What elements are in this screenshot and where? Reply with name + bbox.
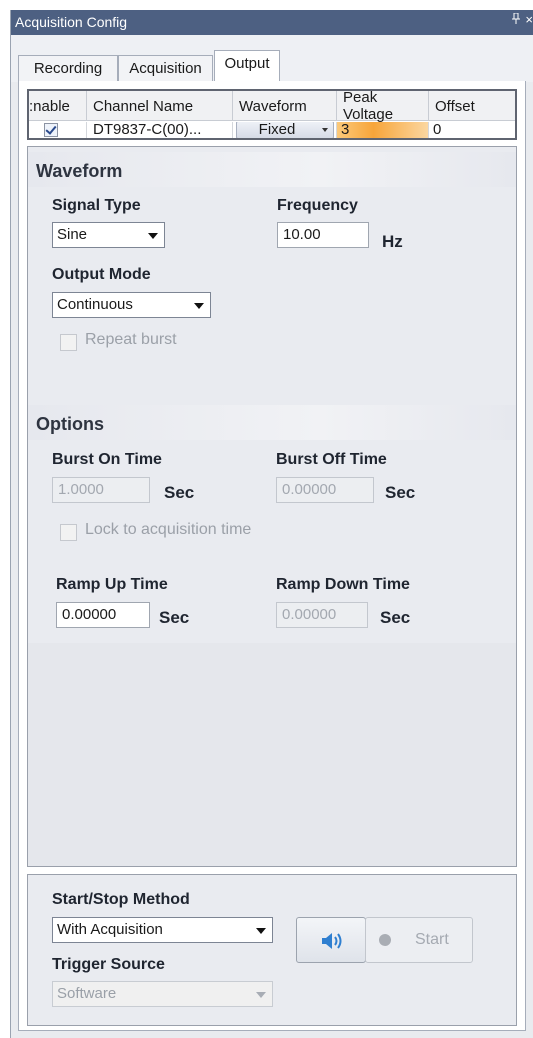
ramp-down-time-input[interactable]: 0.00000 <box>276 602 368 628</box>
settings-panel: Waveform Signal Type Sine Frequency 10.0… <box>27 146 517 867</box>
cell-peak-voltage[interactable]: 3 <box>337 122 429 138</box>
burst-off-time-label: Burst Off Time <box>276 451 387 468</box>
record-dot-icon <box>379 934 391 946</box>
burst-on-time-label: Burst On Time <box>52 451 162 468</box>
header-enable[interactable]: :nable <box>29 91 87 121</box>
repeat-burst-label: Repeat burst <box>85 331 177 348</box>
channel-grid: :nable Channel Name Waveform Peak Voltag… <box>27 89 517 140</box>
frequency-input[interactable]: 10.00 <box>277 222 369 248</box>
output-mode-select[interactable]: Continuous <box>52 292 211 318</box>
header-offset[interactable]: Offset <box>429 91 515 121</box>
trigger-source-label: Trigger Source <box>52 956 165 973</box>
tab-output[interactable]: Output <box>214 50 280 83</box>
chevron-down-icon <box>256 928 266 934</box>
options-section-title: Options <box>28 405 516 440</box>
enable-checkbox[interactable] <box>44 123 58 137</box>
frequency-label: Frequency <box>277 197 358 214</box>
settings-empty-area <box>28 643 516 866</box>
pin-icon[interactable] <box>512 12 520 27</box>
cell-waveform: Fixed <box>233 122 337 138</box>
header-peak-voltage[interactable]: Peak Voltage <box>337 89 429 123</box>
signal-type-value: Sine <box>57 226 88 243</box>
waveform-dropdown[interactable]: Fixed <box>236 122 334 138</box>
speaker-button[interactable] <box>296 917 366 963</box>
speaker-icon <box>321 932 343 954</box>
ramp-down-time-label: Ramp Down Time <box>276 576 410 593</box>
chevron-down-icon <box>256 992 266 998</box>
trigger-source-select[interactable]: Software <box>52 981 273 1007</box>
cell-offset[interactable]: 0 <box>429 122 515 138</box>
trigger-source-value: Software <box>57 985 117 1002</box>
tab-row: Recording Acquisition Output <box>18 50 526 83</box>
tab-acquisition[interactable]: Acquisition <box>118 55 213 81</box>
header-channel-name[interactable]: Channel Name <box>87 91 233 121</box>
close-icon[interactable]: × <box>525 12 533 27</box>
signal-type-select[interactable]: Sine <box>52 222 165 248</box>
grid-header: :nable Channel Name Waveform Peak Voltag… <box>29 89 515 123</box>
chevron-down-icon <box>194 303 204 309</box>
frequency-unit: Hz <box>382 232 403 251</box>
ramp-down-time-unit: Sec <box>380 608 411 627</box>
header-waveform[interactable]: Waveform <box>233 91 337 121</box>
chevron-down-icon <box>322 128 328 132</box>
cell-channel-name[interactable]: DT9837-C(00)... <box>87 122 233 138</box>
header-peak-line2: Voltage <box>343 106 394 123</box>
tab-recording[interactable]: Recording <box>18 55 118 81</box>
signal-type-label: Signal Type <box>52 197 141 214</box>
waveform-dropdown-value: Fixed <box>258 122 296 138</box>
lock-acquisition-label: Lock to acquisition time <box>85 521 252 538</box>
acquisition-config-panel: Acquisition Config × Recording Acquisiti… <box>10 10 533 1038</box>
output-mode-label: Output Mode <box>52 266 151 283</box>
burst-on-time-unit: Sec <box>164 483 195 502</box>
ramp-up-time-unit: Sec <box>159 608 190 627</box>
start-stop-panel: Start/Stop Method With Acquisition Start… <box>27 874 517 1026</box>
repeat-burst-checkbox[interactable] <box>60 334 77 351</box>
cell-enable <box>29 122 87 138</box>
tab-strip: Recording Acquisition Output <box>11 35 533 83</box>
start-button[interactable]: Start <box>365 917 473 963</box>
output-tab-content: :nable Channel Name Waveform Peak Voltag… <box>18 81 526 1031</box>
panel-titlebar: Acquisition Config × <box>11 10 533 35</box>
waveform-section-title: Waveform <box>28 152 516 187</box>
lock-acquisition-checkbox[interactable] <box>60 524 77 541</box>
header-peak-line1: Peak <box>343 89 378 106</box>
table-row[interactable]: DT9837-C(00)... Fixed 3 0 <box>29 122 515 138</box>
burst-off-time-input[interactable]: 0.00000 <box>276 477 374 503</box>
start-button-label: Start <box>415 931 449 948</box>
ramp-up-time-input[interactable]: 0.00000 <box>56 602 150 628</box>
output-mode-value: Continuous <box>57 296 133 313</box>
start-stop-method-label: Start/Stop Method <box>52 891 190 908</box>
panel-title: Acquisition Config <box>15 14 128 30</box>
burst-off-time-unit: Sec <box>385 483 416 502</box>
chevron-down-icon <box>148 233 158 239</box>
start-stop-method-value: With Acquisition <box>57 921 163 938</box>
burst-on-time-input[interactable]: 1.0000 <box>52 477 150 503</box>
start-stop-method-select[interactable]: With Acquisition <box>52 917 273 943</box>
ramp-up-time-label: Ramp Up Time <box>56 576 168 593</box>
